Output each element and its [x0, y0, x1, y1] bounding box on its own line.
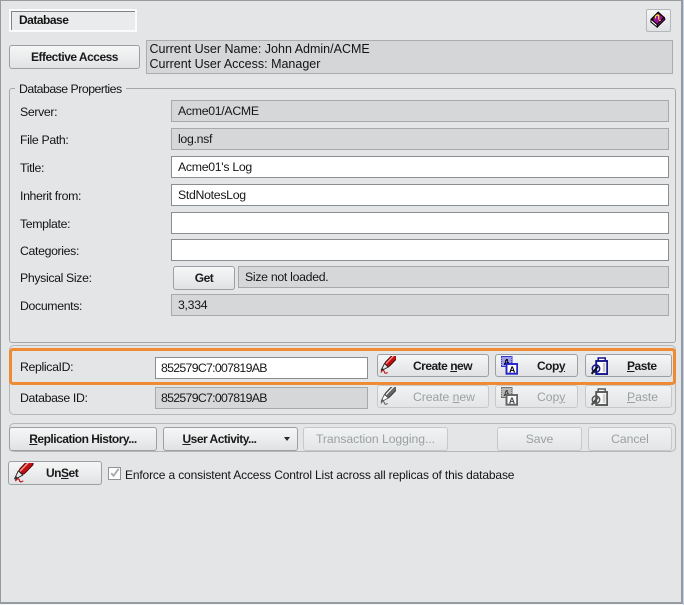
svg-text:A: A [509, 365, 515, 375]
svg-text:A: A [509, 396, 515, 406]
